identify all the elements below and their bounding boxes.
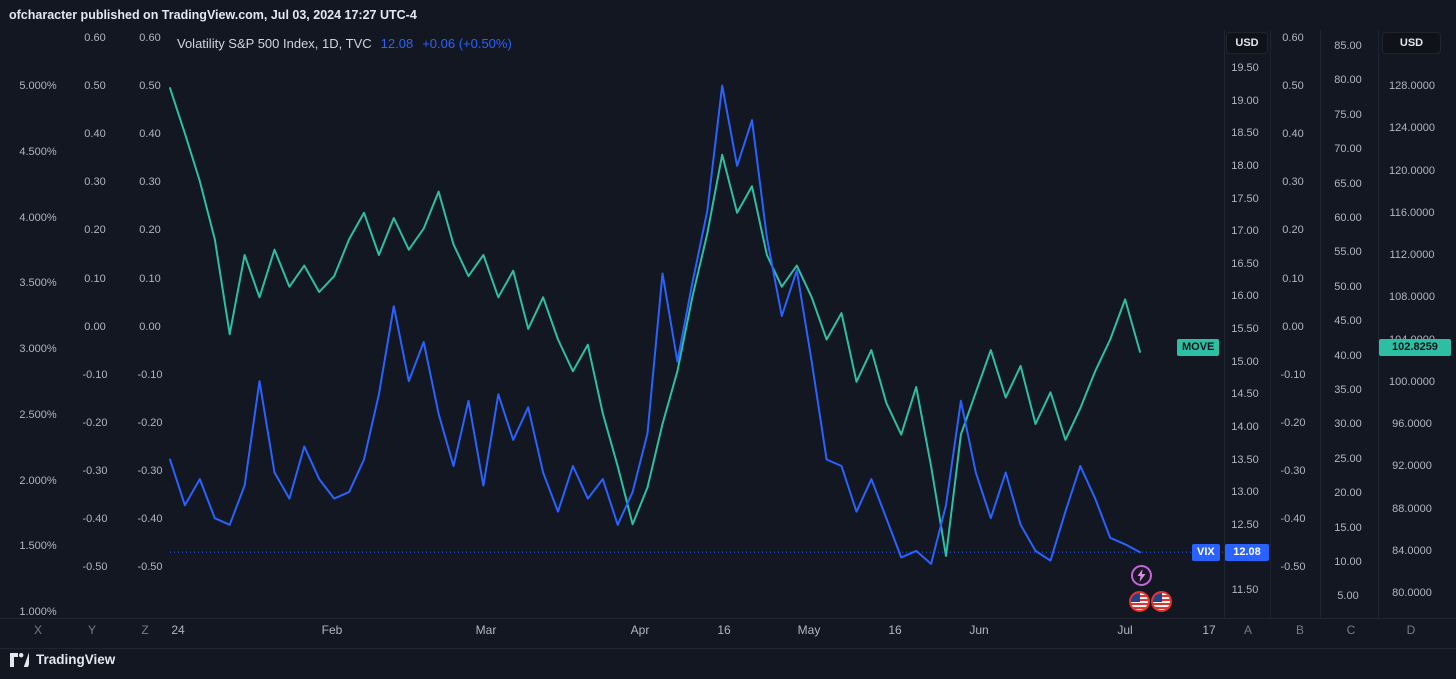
oscillator-scale-right[interactable] bbox=[1270, 30, 1320, 618]
move-scale-currency-button[interactable]: USD bbox=[1382, 32, 1441, 54]
time-label: Mar bbox=[475, 623, 497, 637]
time-label: Jul bbox=[1117, 623, 1133, 637]
time-axis-separator bbox=[0, 618, 1456, 619]
oscillator-scale-left-1[interactable] bbox=[66, 30, 120, 618]
scale-key-b: B bbox=[1295, 623, 1305, 637]
scale-key-x: X bbox=[33, 623, 43, 637]
move-series-label: MOVE bbox=[1177, 339, 1220, 356]
footer-separator bbox=[0, 648, 1456, 649]
lightning-glyph bbox=[1137, 569, 1146, 582]
vix-series-label: VIX bbox=[1192, 544, 1220, 561]
time-label: 16 bbox=[888, 623, 902, 637]
us-flag-event-icon[interactable] bbox=[1151, 591, 1172, 612]
time-axis[interactable]: 24 Feb Mar Apr 16 May 16 Jun Jul 17 X Y Z A B C D bbox=[0, 620, 1456, 644]
secondary-price-scale[interactable] bbox=[1320, 30, 1378, 618]
footer-bar: TradingView bbox=[10, 652, 115, 667]
scale-key-z: Z bbox=[141, 623, 149, 637]
scale-separator bbox=[1270, 30, 1271, 618]
scale-key-c: C bbox=[1346, 623, 1356, 637]
scale-separator bbox=[1378, 30, 1379, 618]
time-label: 17 bbox=[1202, 623, 1216, 637]
time-label: 24 bbox=[171, 623, 185, 637]
scale-key-d: D bbox=[1406, 623, 1416, 637]
move-axis-price-label: 102.8259 bbox=[1379, 339, 1451, 356]
scale-separator bbox=[1320, 30, 1321, 618]
tradingview-logo-icon[interactable] bbox=[10, 652, 29, 667]
tradingview-published-chart: ofcharacter published on TradingView.com… bbox=[0, 0, 1456, 679]
time-label: May bbox=[797, 623, 821, 637]
percent-price-scale[interactable] bbox=[0, 30, 66, 618]
tradingview-wordmark[interactable]: TradingView bbox=[36, 652, 115, 667]
time-label: Jun bbox=[969, 623, 989, 637]
scale-separator bbox=[1224, 30, 1225, 618]
legend-last-value: 12.08 bbox=[380, 36, 414, 51]
time-label: 16 bbox=[717, 623, 731, 637]
chart-plot-area[interactable] bbox=[168, 30, 1224, 618]
event-lightning-icon[interactable] bbox=[1131, 565, 1152, 586]
vix-price-scale[interactable] bbox=[1224, 30, 1270, 618]
chart-legend[interactable]: Volatility S&P 500 Index, 1D, TVC 12.08 … bbox=[177, 36, 512, 51]
move-price-scale[interactable] bbox=[1378, 30, 1456, 618]
vix-scale-currency-button[interactable]: USD bbox=[1226, 32, 1268, 54]
legend-title: Volatility S&P 500 Index, 1D, TVC bbox=[177, 36, 372, 51]
us-flag-event-icon[interactable] bbox=[1129, 591, 1150, 612]
publish-header: ofcharacter published on TradingView.com… bbox=[9, 8, 417, 22]
scale-key-y: Y bbox=[87, 623, 97, 637]
oscillator-scale-left-2[interactable] bbox=[120, 30, 168, 618]
time-label: Feb bbox=[321, 623, 343, 637]
vix-axis-price-label: 12.08 bbox=[1225, 544, 1269, 561]
time-label: Apr bbox=[630, 623, 650, 637]
legend-change: +0.06 (+0.50%) bbox=[422, 36, 512, 51]
scale-key-a: A bbox=[1243, 623, 1253, 637]
